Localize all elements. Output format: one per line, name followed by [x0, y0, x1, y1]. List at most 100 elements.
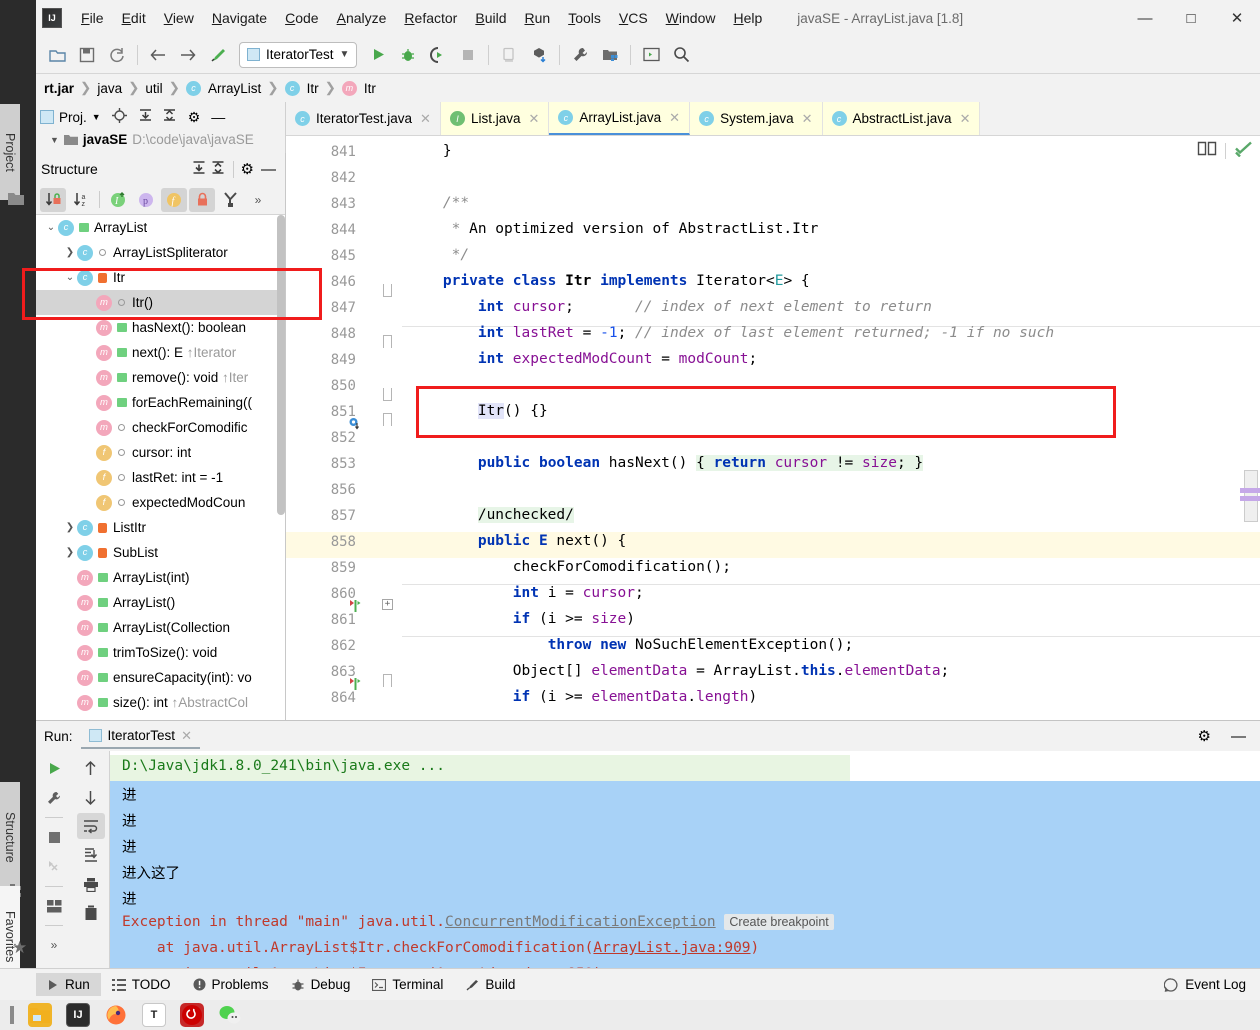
taskbar-handle[interactable] [10, 1006, 14, 1024]
clear-all-icon[interactable] [77, 900, 105, 926]
menu-help[interactable]: Help [724, 6, 771, 30]
chevron-right-icon[interactable]: ❯ [63, 547, 77, 558]
structure-node[interactable]: m remove(): void ↑Iter [36, 365, 285, 390]
gear-icon[interactable]: ⚙ [241, 160, 254, 178]
editor-tab[interactable]: I List.java ✕ [440, 102, 550, 135]
open-icon[interactable] [42, 41, 72, 69]
sidebar-item-structure[interactable]: Structure [0, 782, 20, 892]
more-icon[interactable]: » [40, 932, 68, 958]
rerun-icon[interactable] [40, 755, 68, 781]
save-icon[interactable] [72, 41, 102, 69]
maximize-button[interactable]: □ [1168, 1, 1214, 35]
chevron-down-icon[interactable]: ▼ [92, 112, 101, 122]
structure-node[interactable]: m next(): E ↑Iterator [36, 340, 285, 365]
status-item-terminal[interactable]: Terminal [361, 973, 454, 996]
scroll-up-icon[interactable] [77, 755, 105, 781]
editor-tab[interactable]: c AbstractList.java ✕ [822, 102, 981, 135]
hide-icon[interactable]: — [1231, 728, 1246, 745]
build-hammer-icon[interactable] [203, 41, 233, 69]
show-inherited-icon[interactable]: I [105, 188, 131, 212]
run-configuration-selector[interactable]: IteratorTest ▼ [239, 41, 358, 68]
fold-start-marker[interactable] [383, 413, 392, 426]
menu-run[interactable]: Run [515, 6, 559, 30]
menu-vcs[interactable]: VCS [610, 6, 657, 30]
console-output[interactable]: D:\Java\jdk1.8.0_241\bin\java.exe ... 进进进… [110, 751, 1260, 968]
close-icon[interactable]: ✕ [420, 111, 431, 127]
terminal-icon[interactable] [636, 41, 666, 69]
project-structure-icon[interactable] [595, 41, 625, 69]
collapse-all-icon[interactable] [210, 160, 226, 179]
structure-node[interactable]: m ArrayList(Collection [36, 615, 285, 640]
close-icon[interactable]: ✕ [181, 728, 192, 744]
structure-node[interactable]: m hasNext(): boolean [36, 315, 285, 340]
structure-node[interactable]: f expectedModCoun [36, 490, 285, 515]
structure-scrollbar[interactable] [277, 215, 285, 515]
menu-refactor[interactable]: Refactor [395, 6, 466, 30]
sort-alphabetically-icon[interactable]: az [68, 188, 94, 212]
structure-node[interactable]: m Itr() [36, 290, 285, 315]
structure-node[interactable]: m forEachRemaining(( [36, 390, 285, 415]
status-item-build[interactable]: Build [454, 973, 526, 996]
wechat-icon[interactable] [218, 1003, 242, 1027]
gradle-sync-icon[interactable] [524, 41, 554, 69]
editor-tab[interactable]: c IteratorTest.java ✕ [286, 102, 441, 135]
intellij-idea-icon[interactable]: IJ [66, 1003, 90, 1027]
structure-node[interactable]: ❯ c ListItr [36, 515, 285, 540]
menu-build[interactable]: Build [466, 6, 515, 30]
show-anonymous-icon[interactable] [217, 188, 243, 212]
structure-node[interactable]: f cursor: int [36, 440, 285, 465]
run-coverage-icon[interactable] [423, 41, 453, 69]
run-method-icon[interactable] [348, 599, 362, 617]
sort-by-visibility-icon[interactable] [40, 187, 66, 212]
typora-icon[interactable]: T [142, 1003, 166, 1027]
chevron-down-icon[interactable]: ⌄ [63, 272, 77, 283]
menu-edit[interactable]: Edit [113, 6, 155, 30]
scroll-down-icon[interactable] [77, 784, 105, 810]
structure-node[interactable]: m ArrayList(int) [36, 565, 285, 590]
forward-arrow-icon[interactable] [173, 41, 203, 69]
fold-start-marker[interactable] [383, 674, 392, 687]
hide-icon[interactable]: — [261, 161, 276, 178]
stop-icon[interactable] [40, 824, 68, 850]
chevron-right-icon[interactable]: ❯ [63, 247, 77, 258]
status-item-run[interactable]: Run [36, 973, 101, 996]
print-icon[interactable] [77, 871, 105, 897]
method-override-icon[interactable] [348, 417, 361, 434]
menu-window[interactable]: Window [657, 6, 725, 30]
menu-analyze[interactable]: Analyze [328, 6, 396, 30]
sidebar-item-project[interactable]: Project [0, 104, 20, 200]
show-fields-icon[interactable]: f [161, 187, 187, 212]
file-explorer-icon[interactable] [28, 1003, 52, 1027]
fold-expand-marker[interactable]: + [382, 599, 393, 610]
fold-end-marker[interactable] [383, 388, 392, 401]
show-properties-icon[interactable]: p [133, 188, 159, 212]
netease-music-icon[interactable] [180, 1003, 204, 1027]
menu-file[interactable]: File [72, 6, 113, 30]
gear-icon[interactable]: ⚙ [188, 109, 201, 126]
breadcrumb-item-util[interactable]: util [145, 81, 162, 96]
status-item-todo[interactable]: TODO [101, 973, 182, 996]
search-icon[interactable] [666, 41, 696, 69]
breadcrumb-item-itr-method[interactable]: Itr [364, 81, 376, 96]
project-root-row[interactable]: ▼ javaSE D:\code\java\javaSE [36, 132, 285, 147]
layout-icon[interactable] [40, 893, 68, 919]
close-button[interactable]: ✕ [1214, 1, 1260, 35]
close-icon[interactable]: ✕ [669, 110, 680, 126]
structure-node[interactable]: m ensureCapacity(int): vo [36, 665, 285, 690]
run-icon[interactable] [363, 41, 393, 69]
reader-mode-icon[interactable] [1197, 140, 1217, 161]
inspections-ok-icon[interactable] [1234, 140, 1254, 161]
more-icon[interactable]: » [245, 188, 271, 212]
run-tab-iteratortest[interactable]: IteratorTest ✕ [80, 724, 200, 749]
structure-node[interactable]: ⌄ c ArrayList [36, 215, 285, 240]
back-arrow-icon[interactable] [143, 41, 173, 69]
code-editor[interactable]: 841 } 842 843 /** 844 * An optimized versio… [286, 136, 1260, 720]
expand-all-icon[interactable] [138, 108, 153, 126]
gear-icon[interactable]: ⚙ [1198, 727, 1211, 745]
debug-icon[interactable] [393, 41, 423, 69]
structure-tree[interactable]: ⌄ c ArrayList ❯ c ArrayListSpliterator ⌄ c Itr m I… [36, 215, 285, 720]
scroll-to-end-icon[interactable] [77, 842, 105, 868]
expand-all-icon[interactable] [191, 160, 207, 179]
collapse-all-icon[interactable] [162, 108, 177, 126]
structure-node[interactable]: ❯ c SubList [36, 540, 285, 565]
